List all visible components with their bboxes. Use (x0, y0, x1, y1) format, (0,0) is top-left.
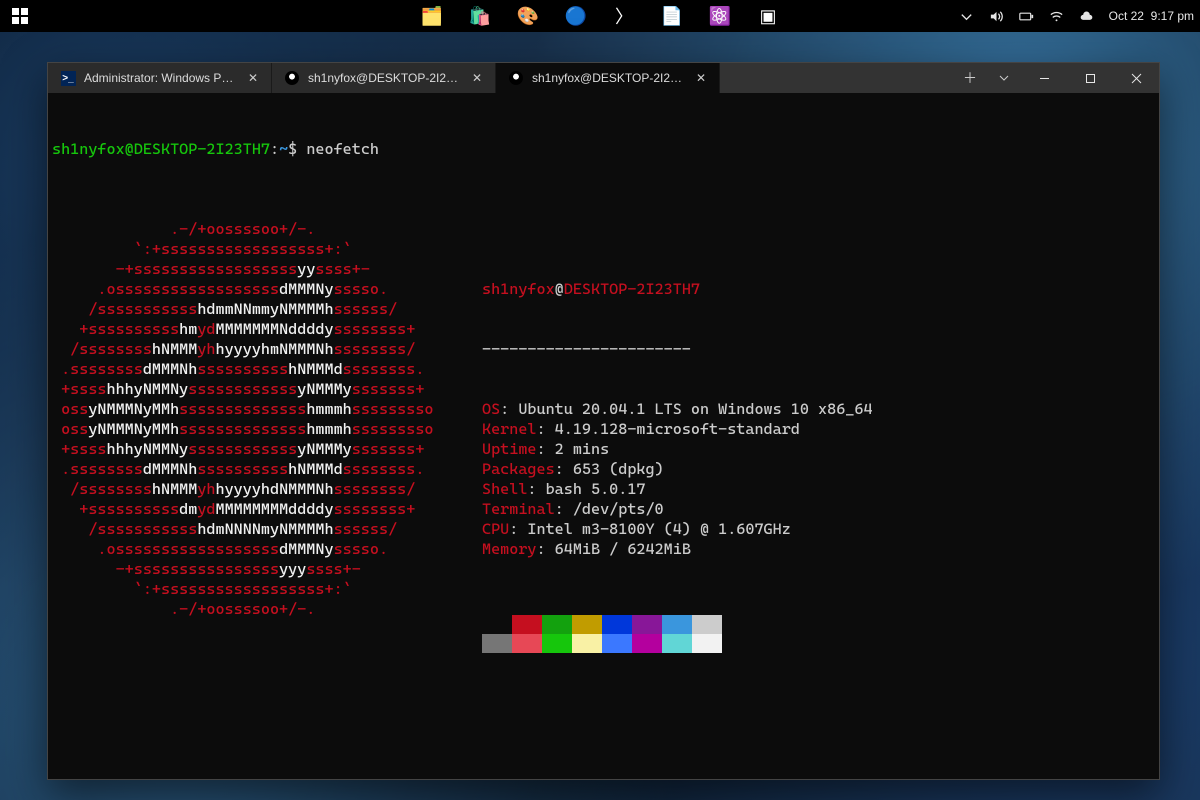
wifi-icon[interactable] (1049, 8, 1065, 24)
logo-line: /sssssssshNMMMyhhyyyyhdNMMMNhssssssss/ (52, 479, 482, 499)
swatch (602, 634, 632, 653)
neofetch-info: sh1nyfox@DESKTOP-2I23TH7 ---------------… (482, 219, 873, 693)
logo-line: ossyNMMMNyMMhsssssssssssssshmmmhssssssss… (52, 419, 482, 439)
cloud-icon[interactable] (1079, 8, 1095, 24)
microsoft-store-icon[interactable]: 🛍️ (456, 0, 504, 32)
logo-line: /ssssssssssshdmmNNmmyNMMMMhssssss/ (52, 299, 482, 319)
window-controls (1021, 63, 1159, 93)
tab-close-icon[interactable]: ✕ (469, 71, 485, 85)
prompt-line-1: sh1nyfox@DESKTOP-2I23TH7:~$ neofetch (52, 139, 1155, 159)
tab-close-icon[interactable]: ✕ (693, 71, 709, 85)
powershell-icon[interactable]: 〉 (600, 0, 648, 32)
swatch (572, 615, 602, 634)
swatch (512, 634, 542, 653)
taskbar-date: Oct 22 (1109, 9, 1144, 23)
notepad-icon[interactable]: 📄 (648, 0, 696, 32)
swatch (632, 634, 662, 653)
tux-icon (508, 70, 524, 86)
tab-2[interactable]: sh1nyfox@DESKTOP-2I23TH7: ~ ✕ (496, 63, 720, 93)
taskbar-time: 9:17 pm (1151, 9, 1194, 23)
windows-logo-icon (12, 8, 28, 24)
taskbar-pinned-apps: 🗂️🛍️🎨🔵〉📄⚛️▣ (408, 0, 792, 32)
start-button[interactable] (0, 8, 40, 24)
nf-user: sh1nyfox (482, 280, 555, 298)
tab-controls: ＋ (953, 63, 1021, 93)
color-swatches (482, 615, 873, 653)
neofetch-logo: .-/+oossssoo+/-. `:+ssssssssssssssssss+:… (52, 219, 482, 693)
windows-terminal-window: >_Administrator: Windows PowerS✕sh1nyfox… (47, 62, 1160, 780)
swatch (662, 634, 692, 653)
swatch (692, 615, 722, 634)
windows-terminal-icon[interactable]: ▣ (744, 0, 792, 32)
minimize-button[interactable] (1021, 63, 1067, 93)
swatch (572, 634, 602, 653)
tux-icon (284, 70, 300, 86)
logo-line: .ossssssssssssssssssdMMMNysssso. (52, 539, 482, 559)
nf-os: OS: Ubuntu 20.04.1 LTS on Windows 10 x86… (482, 399, 873, 419)
nf-cpu: CPU: Intel m3-8100Y (4) @ 1.607GHz (482, 519, 873, 539)
swatch (482, 634, 512, 653)
swatch (482, 615, 512, 634)
prompt-command: neofetch (306, 140, 379, 158)
logo-line: -+ssssssssssssssssssyyssss+- (52, 259, 482, 279)
tab-dropdown-button[interactable] (987, 72, 1021, 84)
terminal-body[interactable]: sh1nyfox@DESKTOP-2I23TH7:~$ neofetch .-/… (48, 93, 1159, 779)
logo-line: +sssshhhyNMMNyssssssssssssyNMMMysssssss+ (52, 439, 482, 459)
nf-memory: Memory: 64MiB / 6242MiB (482, 539, 873, 559)
titlebar[interactable]: >_Administrator: Windows PowerS✕sh1nyfox… (48, 63, 1159, 93)
tab-1[interactable]: sh1nyfox@DESKTOP-2I23TH7: / ✕ (272, 63, 496, 93)
swatch (662, 615, 692, 634)
tab-label: sh1nyfox@DESKTOP-2I23TH7: / (308, 71, 461, 85)
logo-line: -+ssssssssssssssssyyyssss+- (52, 559, 482, 579)
chrome-icon[interactable]: 🔵 (552, 0, 600, 32)
logo-line: .ssssssssdMMMNhsssssssssshNMMMdssssssss. (52, 459, 482, 479)
logo-line: .-/+oossssoo+/-. (52, 219, 482, 239)
logo-line: +sssssssssshmydMMMMMMMNddddyssssssss+ (52, 319, 482, 339)
swatch (542, 634, 572, 653)
nf-packages: Packages: 653 (dpkg) (482, 459, 873, 479)
powershell-icon: >_ (60, 70, 76, 86)
nf-separator: ----------------------- (482, 339, 873, 359)
maximize-button[interactable] (1067, 63, 1113, 93)
system-tray: Oct 22 9:17 pm (959, 0, 1194, 32)
tab-0[interactable]: >_ Administrator: Windows PowerS ✕ (48, 63, 272, 93)
volume-icon[interactable] (989, 8, 1005, 24)
swatch (512, 615, 542, 634)
nf-shell: Shell: bash 5.0.17 (482, 479, 873, 499)
nf-host: DESKTOP-2I23TH7 (564, 280, 700, 298)
logo-line: +ssssssssssdmydMMMMMMMMddddyssssssss+ (52, 499, 482, 519)
battery-icon[interactable] (1019, 8, 1035, 24)
logo-line: .-/+oossssoo+/-. (52, 599, 482, 619)
tab-label: Administrator: Windows PowerS (84, 71, 237, 85)
logo-line: ossyNMMMNyMMhsssssssssssssshmmmhssssssss… (52, 399, 482, 419)
swatch (632, 615, 662, 634)
logo-line: `:+ssssssssssssssssss+:` (52, 579, 482, 599)
close-button[interactable] (1113, 63, 1159, 93)
chevron-down-icon[interactable] (959, 8, 975, 24)
swatch (602, 615, 632, 634)
tab-label: sh1nyfox@DESKTOP-2I23TH7: ~ (532, 71, 685, 85)
paint-icon[interactable]: 🎨 (504, 0, 552, 32)
file-explorer-icon[interactable]: 🗂️ (408, 0, 456, 32)
prompt-cwd: ~ (279, 140, 288, 158)
new-tab-button[interactable]: ＋ (953, 68, 987, 88)
tab-strip: >_Administrator: Windows PowerS✕sh1nyfox… (48, 63, 953, 93)
swatch (692, 634, 722, 653)
nf-uptime: Uptime: 2 mins (482, 439, 873, 459)
nf-terminal: Terminal: /dev/pts/0 (482, 499, 873, 519)
taskbar: 🗂️🛍️🎨🔵〉📄⚛️▣ Oct 22 9:17 pm (0, 0, 1200, 32)
tab-close-icon[interactable]: ✕ (245, 71, 261, 85)
logo-line: .ossssssssssssssssssdMMMNysssso. (52, 279, 482, 299)
prompt-host: DESKTOP-2I23TH7 (134, 140, 270, 158)
logo-line: +sssshhhyNMMNyssssssssssssyNMMMysssssss+ (52, 379, 482, 399)
taskbar-clock[interactable]: Oct 22 9:17 pm (1109, 9, 1194, 23)
logo-line: `:+ssssssssssssssssss+:` (52, 239, 482, 259)
logo-line: /sssssssshNMMMyhhyyyyhmNMMMNhssssssss/ (52, 339, 482, 359)
swatch (542, 615, 572, 634)
logo-line: .ssssssssdMMMNhsssssssssshNMMMdssssssss. (52, 359, 482, 379)
prompt-user: sh1nyfox (52, 140, 125, 158)
atom-icon[interactable]: ⚛️ (696, 0, 744, 32)
nf-kernel: Kernel: 4.19.128-microsoft-standard (482, 419, 873, 439)
logo-line: /ssssssssssshdmNNNNmyNMMMMhssssss/ (52, 519, 482, 539)
